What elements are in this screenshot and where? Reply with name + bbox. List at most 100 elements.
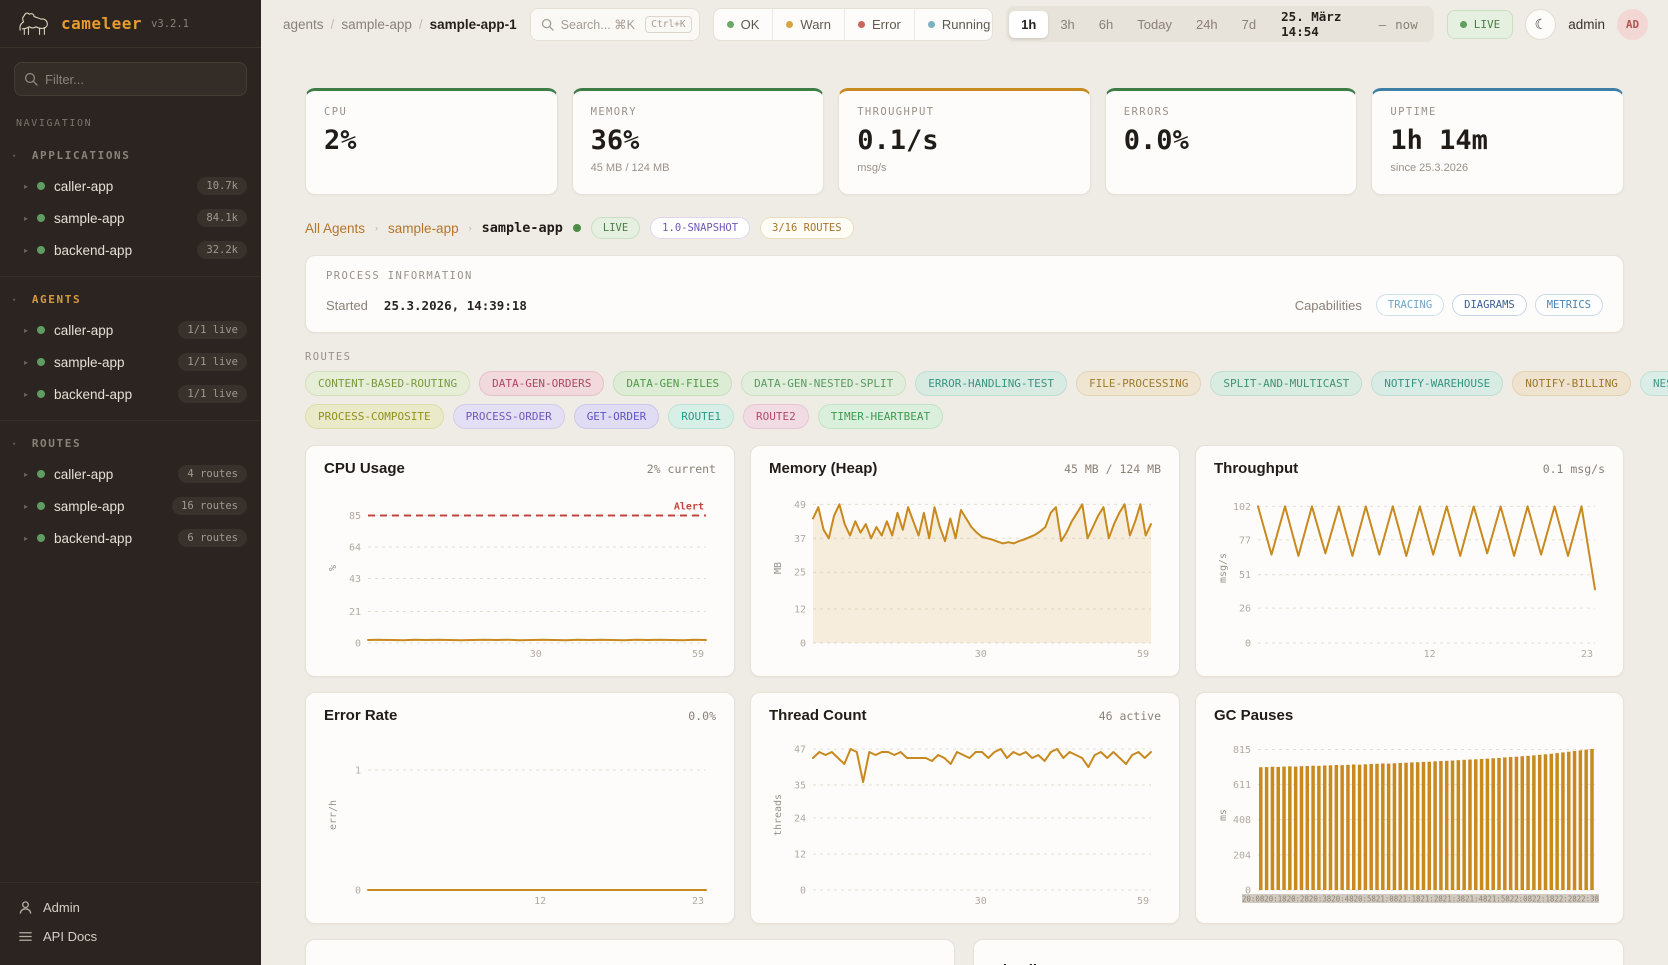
breadcrumb-separator: / [331, 17, 335, 32]
chart-title: Thread Count [769, 707, 867, 724]
chevron-right-icon: ▸ [24, 214, 28, 223]
gc-pauses-chart-card: GC Pauses 8156114082040ms20:0820:1820:28… [1195, 692, 1624, 924]
svg-text:59: 59 [1137, 649, 1149, 660]
sidebar-item-agents-sample-app[interactable]: ▸ sample-app 1/1 live [0, 346, 261, 378]
sidebar-footer-label: Admin [43, 900, 80, 915]
route-chip[interactable]: NOTIFY-WAREHOUSE [1371, 371, 1503, 396]
status-filter-ok[interactable]: OK [714, 9, 773, 40]
status-dot [37, 470, 45, 478]
sidebar-item-applications-caller-app[interactable]: ▸ caller-app 10.7k [0, 170, 261, 202]
time-range-7d[interactable]: 7d [1230, 11, 1268, 38]
avatar[interactable]: AD [1617, 9, 1648, 40]
chevron-right-icon: ▸ [24, 326, 28, 335]
svg-text:24: 24 [794, 814, 806, 825]
status-filter-running[interactable]: Running [914, 9, 993, 40]
route-chip[interactable]: DATA-GEN-NESTED-SPLIT [741, 371, 906, 396]
sidebar-item-admin[interactable]: Admin [10, 893, 251, 922]
filter-input[interactable] [14, 62, 247, 96]
svg-text:59: 59 [692, 649, 704, 660]
svg-text:0: 0 [355, 639, 361, 650]
svg-text:47: 47 [794, 745, 806, 756]
route-chip[interactable]: NOTIFY-BILLING [1512, 371, 1631, 396]
svg-text:msg/s: msg/s [1218, 553, 1229, 583]
sidebar-item-routes-sample-app[interactable]: ▸ sample-app 16 routes [0, 490, 261, 522]
routes-chip-row-2: PROCESS-COMPOSITE PROCESS-ORDER GET-ORDE… [305, 404, 1624, 429]
navigation-label: NAVIGATION [16, 118, 245, 129]
chevron-right-icon: ▸ [24, 358, 28, 367]
app-logo[interactable]: cameleer v3.2.1 [0, 0, 261, 48]
live-toggle[interactable]: LIVE [1447, 10, 1514, 39]
svg-text:102: 102 [1233, 502, 1251, 513]
routes-badge: 4 routes [178, 465, 247, 483]
route-chip[interactable]: DATA-GEN-ORDERS [479, 371, 604, 396]
sidebar-item-label: sample-app [54, 499, 125, 514]
route-chip[interactable]: PROCESS-COMPOSITE [305, 404, 444, 429]
route-chip[interactable]: PROCESS-ORDER [453, 404, 565, 429]
route-chip[interactable]: TIMER-HEARTBEAT [818, 404, 943, 429]
cpu-usage-chart: 856443210%3059Alert [324, 481, 716, 661]
svg-text:1: 1 [355, 766, 361, 777]
thread-count-chart-card: Thread Count 46 active 473524120threads3… [750, 692, 1180, 924]
chart-title: CPU Usage [324, 460, 405, 477]
date-range-display[interactable]: 25. März 14:54 — now [1268, 9, 1431, 39]
sidebar-item-agents-caller-app[interactable]: ▸ caller-app 1/1 live [0, 314, 261, 346]
sidebar-footer: Admin API Docs [0, 882, 261, 965]
breadcrumb-link-agents[interactable]: agents [283, 17, 324, 32]
time-range-1h[interactable]: 1h [1009, 11, 1048, 38]
route-chip[interactable]: GET-ORDER [574, 404, 660, 429]
sidebar-item-label: backend-app [54, 531, 132, 546]
svg-text:ms: ms [1218, 809, 1229, 821]
route-chip[interactable]: ROUTE2 [743, 404, 809, 429]
sidebar-section-header-applications[interactable]: ▾ APPLICATIONS [0, 141, 261, 170]
route-chip[interactable]: ROUTE1 [668, 404, 734, 429]
chart-current-value: 45 MB / 124 MB [1064, 462, 1161, 476]
routes-block: ROUTES CONTENT-BASED-ROUTING DATA-GEN-OR… [305, 351, 1624, 429]
time-range-24h[interactable]: 24h [1184, 11, 1230, 38]
error-rate-chart: 10err/h1223 [324, 728, 716, 908]
dark-mode-toggle[interactable]: ☾ [1525, 9, 1556, 40]
time-range-3h[interactable]: 3h [1048, 11, 1086, 38]
sidebar-item-agents-backend-app[interactable]: ▸ backend-app 1/1 live [0, 378, 261, 410]
sidebar-item-routes-backend-app[interactable]: ▸ backend-app 6 routes [0, 522, 261, 554]
route-chip[interactable]: DATA-GEN-FILES [613, 371, 732, 396]
user-name[interactable]: admin [1568, 17, 1605, 32]
status-filter-warn[interactable]: Warn [772, 9, 844, 40]
sidebar-item-applications-backend-app[interactable]: ▸ backend-app 32.2k [0, 234, 261, 266]
time-range-today[interactable]: Today [1125, 11, 1184, 38]
breadcrumb-link-sample-app[interactable]: sample-app [341, 17, 412, 32]
route-chip[interactable]: NESTED-SPLIT-DEMO [1640, 371, 1668, 396]
route-chip[interactable]: SPLIT-AND-MULTICAST [1210, 371, 1362, 396]
svg-text:26: 26 [1239, 604, 1251, 615]
bottom-row: APPLICATION LOG All Warnings Errors Time… [305, 939, 1624, 965]
error-rate-chart-card: Error Rate 0.0% 10err/h1223 [305, 692, 735, 924]
breadcrumb-current: sample-app-1 [430, 17, 517, 32]
date-label: 25. März 14:54 [1281, 9, 1369, 39]
live-badge: 1/1 live [178, 385, 247, 403]
capabilities-label: Capabilities [1295, 298, 1362, 313]
svg-text:Alert: Alert [674, 502, 704, 513]
routes-chip-row-1: CONTENT-BASED-ROUTING DATA-GEN-ORDERS DA… [305, 371, 1624, 396]
subnav-link-all-agents[interactable]: All Agents [305, 221, 365, 236]
search-icon [541, 18, 554, 31]
stat-label: CPU [324, 106, 539, 118]
sidebar-section-header-routes[interactable]: ▾ ROUTES [0, 429, 261, 458]
chart-title: GC Pauses [1214, 707, 1293, 724]
time-range-6h[interactable]: 6h [1087, 11, 1125, 38]
sidebar-section-header-agents[interactable]: ▾ AGENTS [0, 285, 261, 314]
sidebar: cameleer v3.2.1 NAVIGATION ▾ APPLICATION… [0, 0, 261, 965]
search-input[interactable]: Search... ⌘K Ctrl+K [530, 8, 700, 41]
routes-title: ROUTES [305, 351, 1624, 363]
svg-text:408: 408 [1233, 815, 1251, 826]
subnav-link-sample-app[interactable]: sample-app [388, 221, 459, 236]
sidebar-section-label: ROUTES [32, 437, 81, 450]
route-chip[interactable]: ERROR-HANDLING-TEST [915, 371, 1067, 396]
gc-pauses-chart: 8156114082040ms20:0820:1820:2820:3820:48… [1214, 728, 1605, 908]
sidebar-item-api-docs[interactable]: API Docs [10, 922, 251, 951]
route-chip[interactable]: FILE-PROCESSING [1076, 371, 1201, 396]
sidebar-item-applications-sample-app[interactable]: ▸ sample-app 84.1k [0, 202, 261, 234]
subnav-separator: › [375, 223, 378, 233]
sidebar-item-routes-caller-app[interactable]: ▸ caller-app 4 routes [0, 458, 261, 490]
status-filter-error[interactable]: Error [844, 9, 914, 40]
search-shortcut-kbd: Ctrl+K [645, 16, 691, 33]
route-chip[interactable]: CONTENT-BASED-ROUTING [305, 371, 470, 396]
